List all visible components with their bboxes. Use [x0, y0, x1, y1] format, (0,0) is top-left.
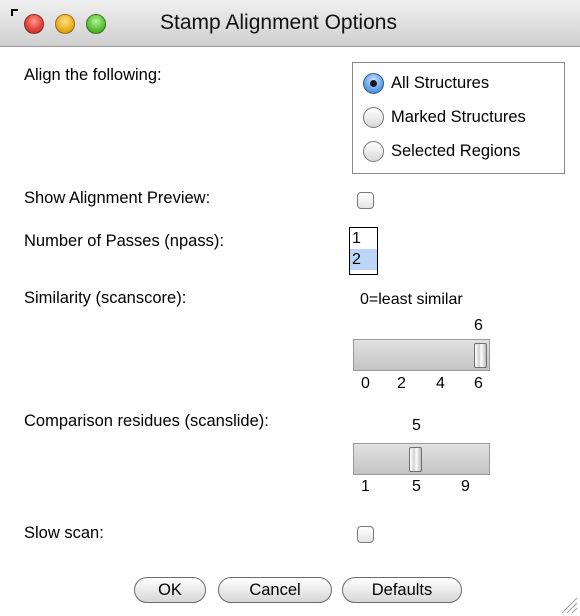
scanslide-value: 5	[412, 417, 421, 434]
slowscan-label: Slow scan:	[24, 524, 104, 542]
window-title: Stamp Alignment Options	[160, 11, 397, 34]
scanscore-tick: 0	[361, 375, 370, 392]
title-bar[interactable]: Stamp Alignment Options	[0, 0, 580, 47]
radio-all-structures-label: All Structures	[391, 73, 490, 92]
stamp-alignment-options-window: Stamp Alignment Options Align the follow…	[0, 0, 580, 616]
resize-grip-icon[interactable]	[556, 592, 578, 614]
scanscore-tick: 4	[436, 375, 445, 392]
preview-label: Show Alignment Preview:	[24, 189, 211, 207]
align-label: Align the following:	[24, 66, 162, 84]
scanslide-tick: 5	[412, 478, 421, 495]
npass-label: Number of Passes (npass):	[24, 232, 224, 250]
align-options-group: All Structures Marked Structures Selecte…	[352, 62, 565, 174]
npass-option-1[interactable]: 1	[350, 228, 377, 249]
scanslide-slider-thumb[interactable]	[409, 447, 422, 472]
npass-listbox[interactable]: 1 2	[349, 227, 378, 275]
radio-selected-regions-label: Selected Regions	[391, 141, 521, 160]
close-window-button[interactable]	[24, 14, 44, 34]
scanscore-value: 6	[474, 317, 483, 334]
radio-marked-structures[interactable]: Marked Structures	[363, 104, 526, 130]
scanslide-tick: 9	[461, 478, 470, 495]
window-corner-mark	[11, 9, 18, 16]
ok-button[interactable]: OK	[134, 577, 206, 603]
minimize-window-button[interactable]	[55, 14, 75, 34]
scanscore-tick: 2	[397, 375, 406, 392]
npass-option-2[interactable]: 2	[350, 249, 377, 270]
scanscore-tick: 6	[474, 375, 483, 392]
radio-selected-regions-button[interactable]	[363, 140, 384, 162]
scanscore-label: Similarity (scanscore):	[24, 289, 187, 307]
scanslide-tick: 1	[361, 478, 370, 495]
scanscore-slider[interactable]	[353, 339, 490, 371]
scanslide-slider[interactable]	[353, 443, 490, 475]
radio-marked-structures-button[interactable]	[363, 106, 384, 128]
scanscore-slider-thumb[interactable]	[474, 343, 487, 368]
scanscore-caption: 0=least similar	[360, 291, 463, 308]
radio-all-structures-button[interactable]	[363, 72, 384, 94]
scanslide-label: Comparison residues (scanslide):	[24, 412, 269, 430]
radio-marked-structures-label: Marked Structures	[391, 107, 526, 126]
zoom-window-button[interactable]	[86, 14, 106, 34]
cancel-button[interactable]: Cancel	[218, 577, 332, 603]
preview-checkbox[interactable]	[357, 192, 374, 209]
radio-all-structures[interactable]: All Structures	[363, 70, 489, 96]
defaults-button[interactable]: Defaults	[342, 577, 462, 603]
slowscan-checkbox[interactable]	[357, 526, 374, 543]
radio-selected-regions[interactable]: Selected Regions	[363, 138, 520, 164]
